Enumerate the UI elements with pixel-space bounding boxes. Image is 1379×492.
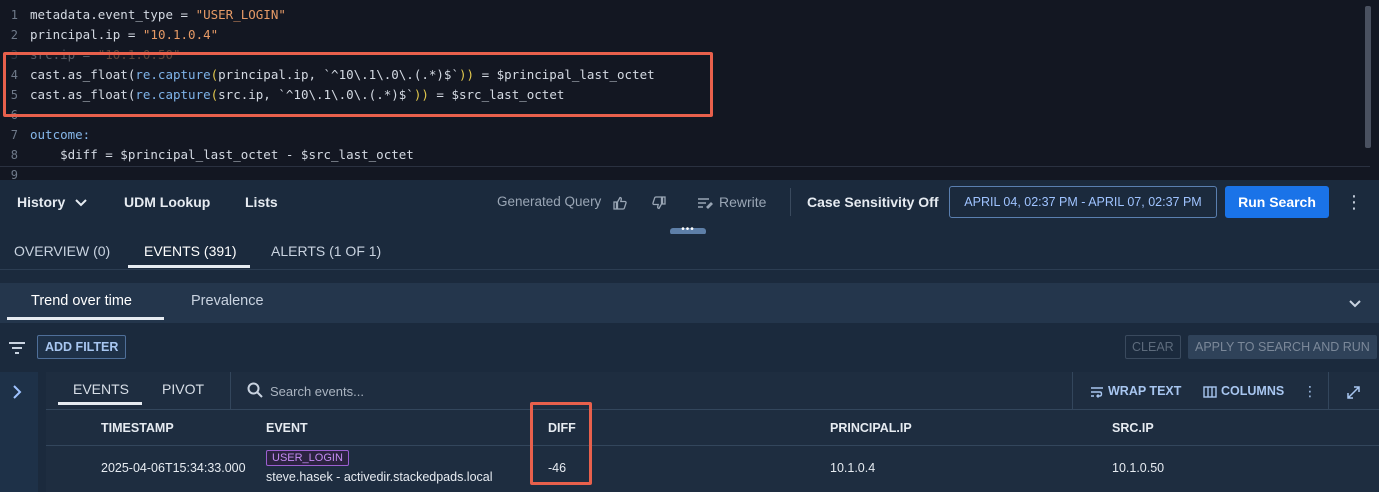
code-line[interactable]: 9	[0, 165, 30, 180]
tab-trend-over-time[interactable]: Trend over time	[31, 283, 132, 320]
date-range-picker[interactable]: APRIL 04, 02:37 PM - APRIL 07, 02:37 PM	[949, 186, 1217, 218]
columns-button[interactable]: COLUMNS	[1203, 372, 1284, 410]
collapse-chevron-icon[interactable]	[1349, 283, 1361, 323]
clear-button[interactable]: CLEAR	[1125, 335, 1181, 359]
events-panel-toolbar: EVENTS PIVOT WRAP TEXT COLUMNS ⋮	[46, 372, 1379, 410]
filter-icon[interactable]	[8, 339, 26, 357]
line-number: 8	[10, 148, 18, 162]
rewrite-button[interactable]: Rewrite	[697, 180, 766, 224]
column-header-src-ip[interactable]: SRC.IP	[1112, 410, 1154, 446]
code-token: $diff = $principal_last_octet - $src_las…	[30, 147, 414, 162]
expand-chevron-icon[interactable]	[12, 385, 22, 399]
code-token: "10.1.0.4"	[142, 27, 219, 42]
search-icon	[247, 382, 263, 398]
column-header-timestamp[interactable]: TIMESTAMP	[101, 410, 174, 446]
rewrite-label: Rewrite	[719, 194, 767, 210]
history-label: History	[17, 194, 66, 210]
toolbar-separator	[790, 188, 791, 216]
panel-separator	[230, 372, 231, 410]
tab-events-table-underline	[58, 402, 142, 405]
filter-bar: ADD FILTER CLEAR APPLY TO SEARCH AND RUN	[0, 330, 1379, 366]
events-panel: EVENTS PIVOT WRAP TEXT COLUMNS ⋮ TIMESTA…	[46, 372, 1379, 492]
columns-icon	[1203, 386, 1217, 398]
code-token: principal.ip =	[30, 27, 143, 42]
code-line[interactable]: 2 principal.ip = "10.1.0.4"	[0, 25, 218, 45]
code-line[interactable]: 8 $diff = $principal_last_octet - $src_l…	[0, 145, 414, 165]
line-number: 9	[10, 168, 18, 180]
rewrite-icon	[698, 198, 713, 210]
table-header: TIMESTAMP EVENT DIFF PRINCIPAL.IP SRC.IP	[46, 410, 1379, 446]
code-token: outcome:	[30, 127, 91, 142]
line-number: 2	[10, 28, 18, 42]
chart-subtabs: Trend over time Prevalence	[0, 283, 1379, 323]
highlight-box-diff-column	[530, 402, 592, 485]
tab-alerts[interactable]: ALERTS (1 OF 1)	[271, 234, 381, 268]
apply-to-search-button[interactable]: APPLY TO SEARCH AND RUN	[1188, 335, 1377, 359]
case-sensitivity-toggle[interactable]: Case Sensitivity Off	[807, 180, 939, 224]
run-search-button[interactable]: Run Search	[1225, 186, 1329, 218]
wrap-text-label: WRAP TEXT	[1108, 384, 1182, 398]
column-header-event[interactable]: EVENT	[266, 410, 308, 446]
code-line[interactable]: 1 metadata.event_type = "USER_LOGIN"	[0, 5, 286, 25]
table-row[interactable]: 2025-04-06T15:34:33.000 USER_LOGIN steve…	[46, 447, 1379, 492]
lists-button[interactable]: Lists	[245, 180, 278, 224]
line-number: 7	[10, 128, 18, 142]
chevron-down-icon	[75, 199, 87, 207]
table-more-options-icon[interactable]: ⋮	[1303, 372, 1317, 410]
code-line[interactable]: 7 outcome:	[0, 125, 90, 145]
search-events-input[interactable]	[270, 378, 670, 404]
cell-src-ip: 10.1.0.50	[1112, 461, 1165, 475]
fullscreen-icon[interactable]	[1347, 372, 1360, 410]
query-editor[interactable]: 1 metadata.event_type = "USER_LOGIN" 2 prin…	[0, 0, 1379, 180]
tab-trend-underline	[7, 317, 164, 320]
udm-lookup-button[interactable]: UDM Lookup	[124, 180, 210, 224]
left-rail	[0, 372, 38, 492]
editor-scrollbar[interactable]	[1365, 6, 1371, 148]
wrap-text-icon	[1091, 387, 1103, 398]
add-filter-button[interactable]: ADD FILTER	[37, 335, 127, 359]
panel-separator	[1072, 372, 1073, 410]
columns-label: COLUMNS	[1221, 384, 1285, 398]
generated-query-label: Generated Query	[497, 194, 602, 209]
cell-principal-ip: 10.1.0.4	[830, 461, 876, 475]
wrap-text-button[interactable]: WRAP TEXT	[1090, 372, 1181, 410]
tab-events-underline	[128, 265, 250, 268]
main-tabs: OVERVIEW (0) EVENTS (391) ALERTS (1 OF 1…	[0, 234, 1379, 270]
tab-events-table[interactable]: EVENTS	[73, 372, 129, 406]
cell-timestamp: 2025-04-06T15:34:33.000	[101, 461, 246, 475]
code-token: "USER_LOGIN"	[195, 7, 286, 22]
thumbs-down-icon[interactable]	[652, 180, 666, 224]
more-options-icon[interactable]: ⋮	[1344, 180, 1364, 224]
tab-pivot[interactable]: PIVOT	[162, 372, 204, 406]
app-root: 1 metadata.event_type = "USER_LOGIN" 2 prin…	[0, 0, 1379, 492]
event-type-badge: USER_LOGIN	[266, 450, 349, 466]
line-number: 1	[10, 8, 18, 22]
search-toolbar: History UDM Lookup Lists Generated Query…	[0, 180, 1379, 224]
tab-events[interactable]: EVENTS (391)	[144, 234, 237, 268]
highlight-box-regex-lines	[3, 52, 713, 117]
cell-event-text: steve.hasek - activedir.stackedpads.loca…	[266, 470, 493, 484]
thumbs-up-icon[interactable]	[613, 180, 627, 224]
panel-separator	[1328, 372, 1329, 410]
tab-overview[interactable]: OVERVIEW (0)	[14, 234, 110, 268]
tab-prevalence[interactable]: Prevalence	[191, 283, 264, 320]
editor-divider	[0, 166, 1370, 167]
column-header-principal-ip[interactable]: PRINCIPAL.IP	[830, 410, 912, 446]
history-dropdown[interactable]: History	[17, 180, 87, 224]
code-token: metadata.event_type =	[30, 7, 196, 22]
